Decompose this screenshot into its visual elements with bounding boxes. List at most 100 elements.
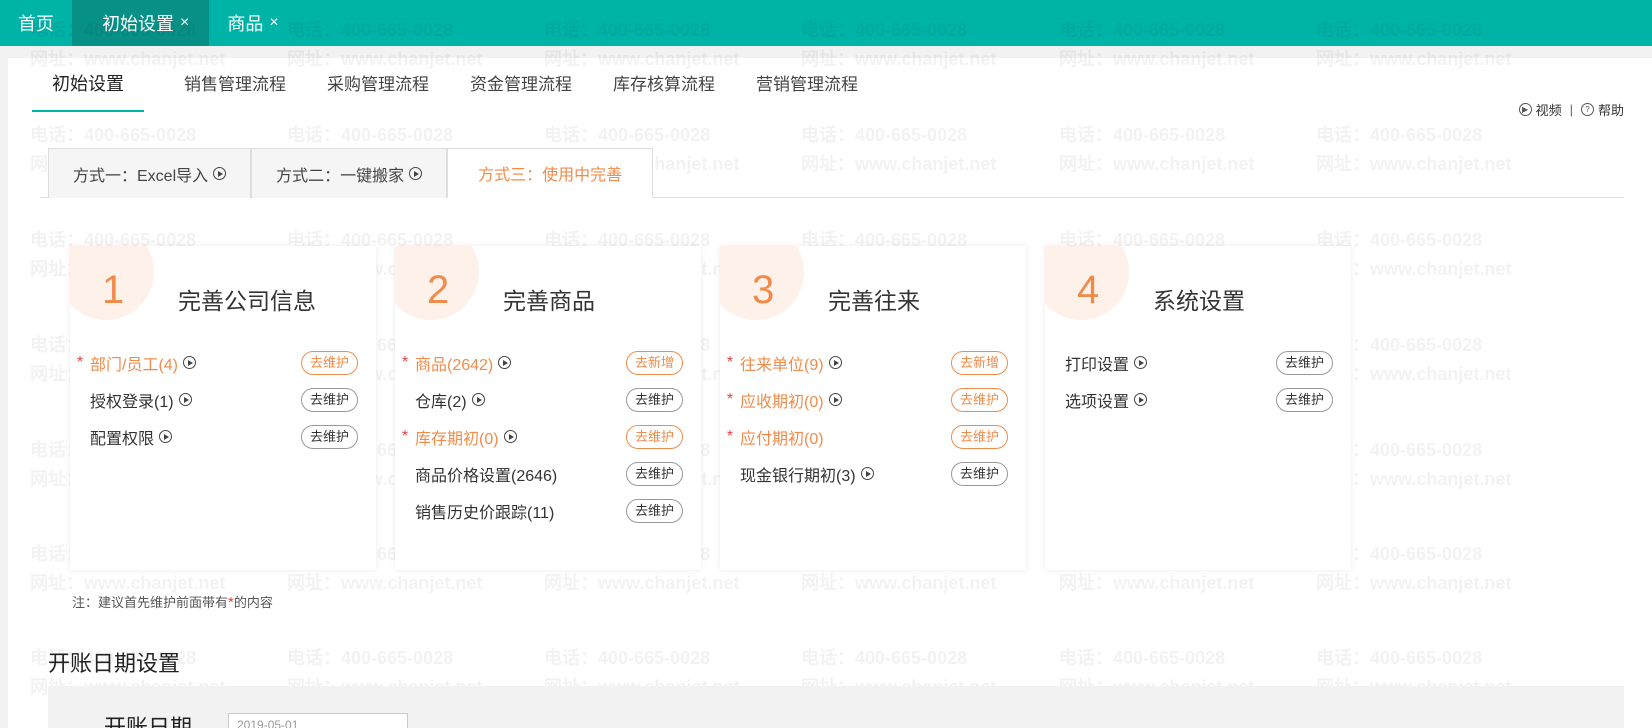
list-item: 仓库(2) 去维护 xyxy=(395,381,701,418)
item-label[interactable]: 应收期初(0) xyxy=(740,388,824,412)
item-label[interactable]: 应付期初(0) xyxy=(740,425,824,449)
list-item: 授权登录(1) 去维护 xyxy=(70,381,376,418)
top-tab-label: 初始设置 xyxy=(102,14,174,34)
card-title: 完善公司信息 xyxy=(178,288,316,314)
maintain-button[interactable]: 去维护 xyxy=(950,425,1008,449)
item-label[interactable]: 部门/员工(4) xyxy=(90,351,178,375)
hint-note: 注：建议首先维护前面带有*的内容 xyxy=(72,592,273,611)
play-icon[interactable] xyxy=(860,467,874,480)
maintain-button[interactable]: 去维护 xyxy=(625,425,683,449)
item-label[interactable]: 现金银行期初(3) xyxy=(740,462,856,486)
list-item: * 商品(2642) 去新增 xyxy=(395,344,701,381)
maintain-button[interactable]: 去维护 xyxy=(300,425,358,449)
play-icon[interactable] xyxy=(409,167,423,180)
method-tab-label: 方式二：一键搬家 xyxy=(276,167,405,185)
card-title: 系统设置 xyxy=(1153,288,1245,314)
play-icon[interactable] xyxy=(828,356,842,369)
tab-method-migrate[interactable]: 方式二：一键搬家 xyxy=(251,148,448,198)
tab-purchase-process[interactable]: 采购管理流程 xyxy=(327,70,429,112)
required-star: * xyxy=(401,353,409,371)
maintain-button[interactable]: 去维护 xyxy=(1275,388,1333,412)
card-item-list: * 部门/员工(4) 去维护 授权登录(1) 去维护 配置权限 去维护 xyxy=(70,344,376,455)
process-tabs: 初始设置 销售管理流程 采购管理流程 资金管理流程 库存核算流程 营销管理流程 xyxy=(32,70,899,112)
list-item: * 往来单位(9) 去新增 xyxy=(720,344,1026,381)
play-icon: ▶ xyxy=(1518,103,1532,116)
maintain-button[interactable]: 去新增 xyxy=(625,351,683,375)
item-label[interactable]: 授权登录(1) xyxy=(90,388,174,412)
tab-funds-process[interactable]: 资金管理流程 xyxy=(470,70,572,112)
divider: | xyxy=(1569,102,1573,117)
required-star: * xyxy=(401,427,409,445)
section-title-opening-date: 开账日期设置 xyxy=(48,651,181,676)
play-icon[interactable] xyxy=(159,430,173,443)
item-label[interactable]: 销售历史价跟踪(11) xyxy=(415,499,554,523)
play-icon[interactable] xyxy=(178,393,192,406)
maintain-button[interactable]: 去维护 xyxy=(625,462,683,486)
maintain-button[interactable]: 去新增 xyxy=(950,351,1008,375)
maintain-button[interactable]: 去维护 xyxy=(950,388,1008,412)
tab-marketing-process[interactable]: 营销管理流程 xyxy=(756,70,858,112)
note-text: 的内容 xyxy=(233,595,273,610)
list-item: 打印设置 去维护 xyxy=(1045,344,1351,381)
required-star: * xyxy=(726,427,734,445)
method-tab-label: 方式一：Excel导入 xyxy=(73,167,209,185)
play-icon[interactable] xyxy=(498,356,512,369)
top-tab-label: 首页 xyxy=(18,14,54,34)
required-star: * xyxy=(76,353,84,371)
play-icon[interactable] xyxy=(183,356,197,369)
maintain-button[interactable]: 去维护 xyxy=(625,388,683,412)
list-item: * 库存期初(0) 去维护 xyxy=(395,418,701,455)
setup-card-3: 3 完善往来 * 往来单位(9) 去新增 * 应收期初(0) 去维护 * 应付期初(0) 去维护 现金… xyxy=(720,246,1026,570)
list-item: * 应收期初(0) 去维护 xyxy=(720,381,1026,418)
maintain-button[interactable]: 去维护 xyxy=(1275,351,1333,375)
play-icon[interactable] xyxy=(471,393,485,406)
close-icon[interactable]: × xyxy=(269,14,278,32)
play-icon[interactable] xyxy=(1134,393,1148,406)
maintain-button[interactable]: 去维护 xyxy=(300,388,358,412)
tab-method-in-use[interactable]: 方式三：使用中完善 xyxy=(447,148,654,198)
item-label[interactable]: 库存期初(0) xyxy=(415,425,499,449)
opening-date-input[interactable]: 2019-05-01 xyxy=(228,713,408,728)
step-number: 2 xyxy=(427,268,450,312)
item-label[interactable]: 仓库(2) xyxy=(415,388,467,412)
play-icon[interactable] xyxy=(503,430,517,443)
opening-date-box: 开账日期 2019-05-01 xyxy=(48,686,1624,728)
top-tab-goods[interactable]: 商品 × xyxy=(209,0,296,46)
item-label[interactable]: 选项设置 xyxy=(1065,388,1129,412)
top-tab-bar: 首页 初始设置 × 商品 × xyxy=(0,0,1652,46)
maintain-button[interactable]: 去维护 xyxy=(300,351,358,375)
help-link[interactable]: 帮助 xyxy=(1598,100,1624,119)
item-label[interactable]: 配置权限 xyxy=(90,425,154,449)
list-item: 商品价格设置(2646) 去维护 xyxy=(395,455,701,492)
tab-initial-settings[interactable]: 初始设置 xyxy=(32,70,144,112)
required-star: * xyxy=(726,390,734,408)
list-item: * 部门/员工(4) 去维护 xyxy=(70,344,376,381)
help-bar: ▶ 视频 | ? 帮助 xyxy=(1518,100,1624,119)
maintain-button[interactable]: 去维护 xyxy=(950,462,1008,486)
setup-card-4: 4 系统设置 打印设置 去维护 选项设置 去维护 xyxy=(1045,246,1351,570)
step-number: 4 xyxy=(1077,268,1100,312)
step-number: 1 xyxy=(102,268,125,312)
setup-card-2: 2 完善商品 * 商品(2642) 去新增 仓库(2) 去维护 * 库存期初(0) 去维护 商品价格… xyxy=(395,246,701,570)
close-icon[interactable]: × xyxy=(180,14,189,32)
item-label[interactable]: 商品价格设置(2646) xyxy=(415,462,557,486)
play-icon[interactable] xyxy=(828,393,842,406)
tab-method-excel[interactable]: 方式一：Excel导入 xyxy=(48,148,252,198)
item-label[interactable]: 打印设置 xyxy=(1065,351,1129,375)
play-icon[interactable] xyxy=(213,167,227,180)
required-star: * xyxy=(726,353,734,371)
item-label[interactable]: 往来单位(9) xyxy=(740,351,824,375)
list-item: 现金银行期初(3) 去维护 xyxy=(720,455,1026,492)
card-title: 完善商品 xyxy=(503,288,595,314)
method-tabs: 方式一：Excel导入 方式二：一键搬家 方式三：使用中完善 xyxy=(48,148,654,198)
maintain-button[interactable]: 去维护 xyxy=(625,499,683,523)
card-item-list: 打印设置 去维护 选项设置 去维护 xyxy=(1045,344,1351,418)
top-tab-home[interactable]: 首页 xyxy=(0,0,72,46)
play-icon[interactable] xyxy=(1134,356,1148,369)
tab-sales-process[interactable]: 销售管理流程 xyxy=(184,70,286,112)
item-label[interactable]: 商品(2642) xyxy=(415,351,493,375)
video-link[interactable]: 视频 xyxy=(1536,100,1562,119)
top-tab-initial-settings[interactable]: 初始设置 × xyxy=(72,0,210,46)
tab-inventory-process[interactable]: 库存核算流程 xyxy=(613,70,715,112)
card-item-list: * 商品(2642) 去新增 仓库(2) 去维护 * 库存期初(0) 去维护 商品价格设置(26… xyxy=(395,344,701,529)
